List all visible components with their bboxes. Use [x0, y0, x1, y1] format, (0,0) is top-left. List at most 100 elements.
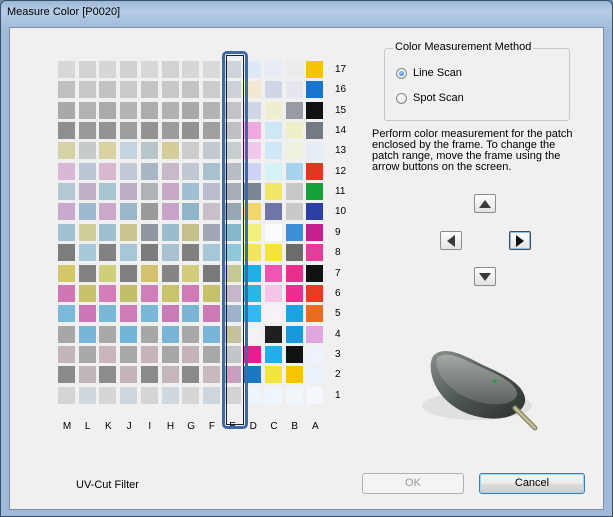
color-patch-H6: [161, 284, 179, 302]
move-down-button[interactable]: [474, 267, 496, 286]
row-label: 3: [335, 348, 341, 360]
color-patch-J6: [120, 284, 138, 302]
selection-frame-inner: [226, 55, 244, 425]
column-label: K: [105, 421, 112, 432]
color-patch-G6: [182, 284, 200, 302]
color-patch-G3: [182, 345, 200, 363]
color-patch-F5: [202, 305, 220, 323]
color-patch-K11: [99, 183, 117, 201]
color-patch-H13: [161, 142, 179, 160]
color-patch-H12: [161, 162, 179, 180]
color-patch-J8: [120, 244, 138, 262]
color-patch-H16: [161, 81, 179, 99]
color-patch-G7: [182, 264, 200, 282]
spot-scan-option[interactable]: Spot Scan: [396, 92, 464, 104]
row-label: 13: [335, 145, 347, 157]
color-patch-I17: [140, 61, 158, 78]
color-patch-G9: [182, 223, 200, 241]
color-patch-J14: [120, 122, 138, 140]
row-label: 8: [335, 247, 341, 259]
selection-frame[interactable]: [222, 51, 248, 429]
color-patch-M6: [58, 284, 75, 302]
spot-scan-radio[interactable]: [396, 92, 407, 104]
color-patch-G17: [182, 61, 200, 78]
color-patch-M13: [58, 142, 75, 160]
color-patch-L4: [78, 325, 96, 343]
color-patch-G4: [182, 325, 200, 343]
color-patch-B14: [285, 122, 303, 140]
color-patch-M5: [58, 305, 75, 323]
color-patch-M1: [58, 386, 75, 404]
row-label: 15: [335, 104, 347, 116]
move-up-button[interactable]: [474, 194, 496, 213]
window-title: Measure Color [P0020]: [7, 6, 121, 18]
color-patch-M10: [58, 203, 75, 221]
color-patch-K14: [99, 122, 117, 140]
color-patch-F9: [202, 223, 220, 241]
color-patch-G14: [182, 122, 200, 140]
color-patch-I12: [140, 162, 158, 180]
color-patch-C15: [265, 101, 282, 119]
row-label: 10: [335, 206, 347, 218]
color-patch-J9: [120, 223, 138, 241]
color-patch-B9: [285, 223, 303, 241]
color-patch-C2: [265, 366, 282, 384]
ok-button[interactable]: OK: [362, 473, 464, 494]
color-patch-C14: [265, 122, 282, 140]
move-right-button[interactable]: [509, 231, 531, 250]
color-patch-G1: [182, 386, 200, 404]
color-patch-M9: [58, 223, 75, 241]
color-patch-L15: [78, 101, 96, 119]
color-patch-I14: [140, 122, 158, 140]
color-patch-A9: [306, 223, 324, 241]
color-patch-B16: [285, 81, 303, 99]
color-patch-F7: [202, 264, 220, 282]
move-left-button[interactable]: [440, 231, 462, 250]
row-label: 9: [335, 226, 341, 238]
column-label: C: [270, 421, 278, 432]
color-patch-A11: [306, 183, 324, 201]
color-patch-B3: [285, 345, 303, 363]
color-patch-J1: [120, 386, 138, 404]
color-patch-B11: [285, 183, 303, 201]
color-patch-K12: [99, 162, 117, 180]
color-patch-J11: [120, 183, 138, 201]
row-label: 11: [335, 186, 346, 198]
row-label: 17: [335, 64, 347, 75]
color-patch-L10: [78, 203, 96, 221]
color-patch-B1: [285, 386, 303, 404]
color-patch-H14: [161, 122, 179, 140]
measurement-method-title: Color Measurement Method: [393, 41, 534, 53]
color-patch-L12: [78, 162, 96, 180]
color-patch-A16: [306, 81, 324, 99]
color-patch-K10: [99, 203, 117, 221]
color-patch-J5: [120, 305, 138, 323]
color-patch-F1: [202, 386, 220, 404]
color-patch-I3: [140, 345, 158, 363]
color-patch-I7: [140, 264, 158, 282]
color-patch-J10: [120, 203, 138, 221]
color-patch-M11: [58, 183, 75, 201]
column-label: I: [148, 421, 152, 432]
column-label: H: [166, 421, 175, 432]
color-patch-B7: [285, 264, 303, 282]
row-label: 6: [335, 287, 341, 299]
color-patch-B10: [285, 203, 303, 221]
row-label: 5: [335, 308, 341, 320]
line-scan-radio[interactable]: [396, 67, 407, 79]
line-scan-option[interactable]: Line Scan: [396, 67, 462, 79]
color-patch-F13: [202, 142, 220, 160]
color-patch-M8: [58, 244, 75, 262]
color-patch-H15: [161, 101, 179, 119]
color-patch-I8: [140, 244, 158, 262]
color-patch-H10: [161, 203, 179, 221]
color-patch-K2: [99, 366, 117, 384]
color-patch-J7: [120, 264, 138, 282]
column-label: A: [312, 421, 319, 432]
color-patch-G15: [182, 101, 200, 119]
color-patch-L1: [78, 386, 96, 404]
cancel-button[interactable]: Cancel: [479, 473, 585, 494]
color-patch-H17: [161, 61, 179, 78]
color-patch-L11: [78, 183, 96, 201]
color-patch-L14: [78, 122, 96, 140]
